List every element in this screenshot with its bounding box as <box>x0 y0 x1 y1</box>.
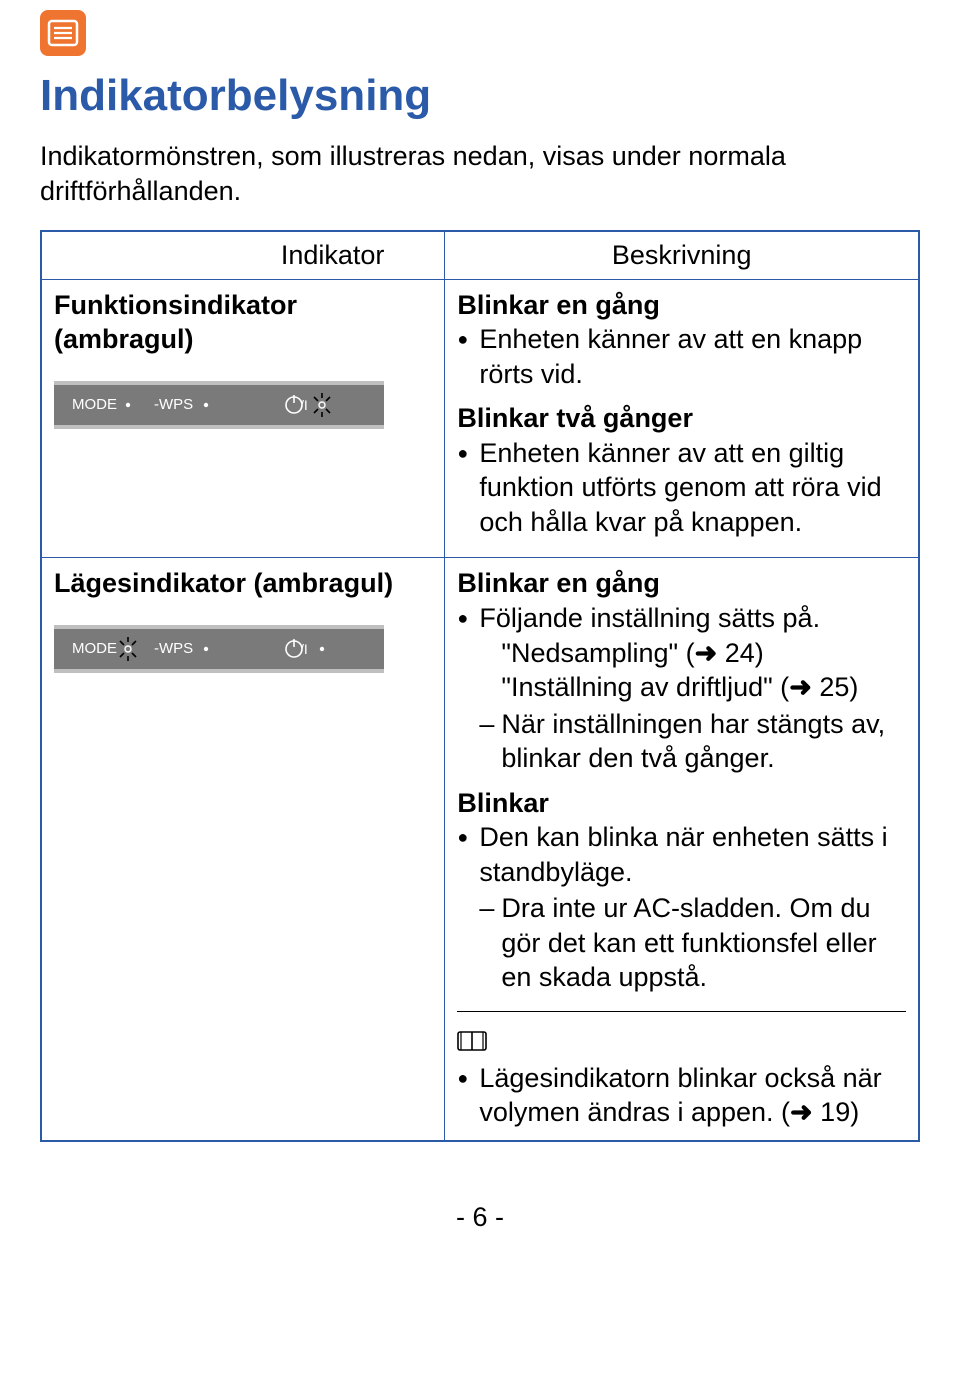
row1-blink-twice-item: Enheten känner av att en giltig funktion… <box>457 436 906 540</box>
svg-text:MODE: MODE <box>72 396 117 413</box>
row2-b2-sub: Dra inte ur AC-sladden. Om du gör det ka… <box>457 891 906 995</box>
book-icon <box>457 1026 487 1061</box>
row2-b1-text: Följande inställning sätts på. <box>479 603 820 633</box>
svg-text:/I: /I <box>300 641 308 657</box>
indicator-table: Indikator Beskrivning Funktionsindikator… <box>40 230 920 1142</box>
header-description: Beskrivning <box>445 231 919 279</box>
intro-text: Indikatormönstren, som illustreras nedan… <box>40 139 920 208</box>
function-indicator-label: Funktionsindikator (ambragul) <box>54 288 432 357</box>
table-row: Lägesindikator (ambragul) MODE <box>41 558 919 1141</box>
mode-indicator-label: Lägesindikator (ambragul) <box>54 566 432 601</box>
page-title: Indikatorbelysning <box>40 71 920 121</box>
svg-text:/I: /I <box>300 397 308 413</box>
row2-note-item: Lägesindikatorn blinkar också när volyme… <box>457 1061 906 1130</box>
row1-blink-once-title: Blinkar en gång <box>457 288 906 323</box>
device-panel-2: MODE -WPS <box>54 619 422 679</box>
device-panel-1: MODE -WPS /I <box>54 375 422 435</box>
row2-blinks-title: Blinkar <box>457 786 906 821</box>
row2-blink-once-item: Följande inställning sätts på. "Nedsampl… <box>457 601 906 705</box>
header-indicator: Indikator <box>41 231 445 279</box>
svg-text:-WPS: -WPS <box>154 396 193 413</box>
svg-text:MODE: MODE <box>72 640 117 657</box>
row1-blink-once-item: Enheten känner av att en knapp rörts vid… <box>457 322 906 391</box>
page-category-icon <box>40 10 920 61</box>
note-row <box>457 1024 906 1061</box>
svg-text:-WPS: -WPS <box>154 640 193 657</box>
row2-quote2: "Inställning av driftljud" (➜ 25) <box>479 670 906 705</box>
page-number: - 6 - <box>40 1202 920 1233</box>
row2-quote1: "Nedsampling" (➜ 24) <box>479 636 906 671</box>
table-row: Funktionsindikator (ambragul) MODE -WPS <box>41 279 919 558</box>
row2-b1-sub: När inställningen har stängts av, blinka… <box>457 707 906 776</box>
row1-blink-twice-title: Blinkar två gånger <box>457 401 906 436</box>
row2-b2-item: Den kan blinka när enheten sätts i stand… <box>457 820 906 889</box>
separator-line <box>457 1011 906 1012</box>
row2-blink-once-title: Blinkar en gång <box>457 566 906 601</box>
